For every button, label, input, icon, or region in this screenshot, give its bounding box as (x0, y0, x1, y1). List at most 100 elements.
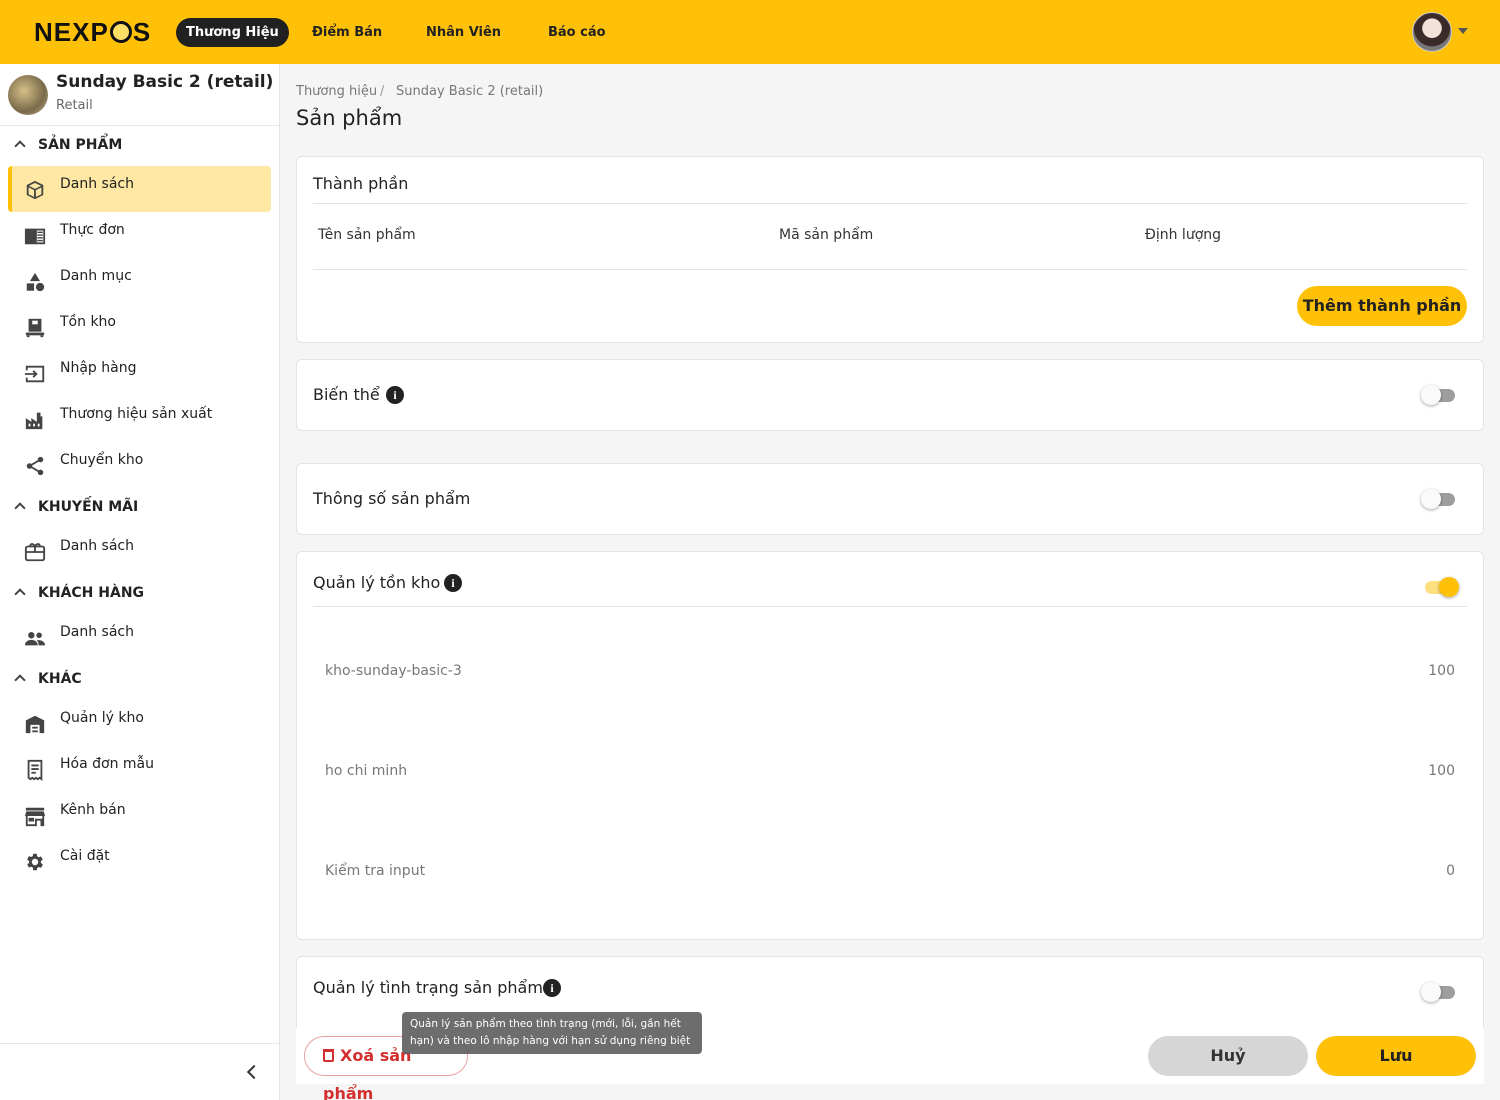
warehouse-qty-input[interactable]: 0 (1446, 863, 1455, 879)
section-san-pham[interactable]: SẢN PHẨM (12, 135, 122, 155)
info-icon[interactable]: i (386, 386, 404, 404)
sidebar-item-chuyen-kho[interactable]: Chuyển kho (8, 442, 271, 488)
sidebar-item-label: Danh mục (60, 268, 132, 284)
add-component-button[interactable]: Thêm thành phần (1297, 286, 1467, 326)
trash-icon (323, 1049, 334, 1062)
gift-card-icon (24, 543, 46, 562)
sidebar-item-danh-sach-san-pham[interactable]: Danh sách (8, 166, 271, 212)
gear-icon (27, 853, 43, 871)
warehouse-name: kho-sunday-basic-3 (325, 663, 462, 679)
receipt-icon (27, 759, 43, 781)
sidebar-item-danh-sach-khach-hang[interactable]: Danh sách (8, 614, 271, 660)
sidebar-item-cai-dat[interactable]: Cài đặt (8, 838, 271, 884)
delete-label: Xoá sản phẩm (323, 1046, 412, 1100)
sidebar-item-label: Thương hiệu sản xuất (60, 406, 213, 422)
sidebar-item-thuong-hieu-san-xuat[interactable]: Thương hiệu sản xuất (8, 396, 271, 442)
nexpos-logo[interactable]: NEXP S (34, 18, 151, 46)
divider (313, 203, 1467, 204)
sidebar-item-label: Chuyển kho (60, 452, 144, 468)
warehouse-name: ho chi minh (325, 763, 408, 779)
section-khac[interactable]: KHÁC (12, 669, 82, 689)
factory-icon (25, 412, 43, 430)
sidebar-item-kenh-ban[interactable]: Kênh bán (8, 792, 271, 838)
variants-toggle[interactable] (1421, 384, 1459, 406)
divider (313, 269, 1467, 270)
components-title: Thành phần (313, 174, 409, 193)
sidebar-item-label: Thực đơn (60, 222, 125, 238)
components-card: Thành phần Tên sản phẩm Mã sản phẩm Định… (296, 156, 1484, 343)
divider (0, 1043, 279, 1044)
inventory-toggle[interactable] (1421, 576, 1459, 598)
user-avatar[interactable] (1412, 12, 1452, 52)
toggle-thumb (1421, 982, 1441, 1002)
nav-bao-cao[interactable]: Báo cáo (538, 18, 616, 47)
warehouse-qty-input[interactable]: 100 (1428, 763, 1455, 779)
import-icon (24, 365, 45, 383)
info-icon[interactable]: i (444, 574, 462, 592)
variants-card: Biến thể i (296, 359, 1484, 431)
save-button[interactable]: Lưu (1316, 1036, 1476, 1076)
column-ma-san-pham: Mã sản phẩm (779, 227, 874, 243)
sidebar-item-label: Danh sách (60, 538, 134, 554)
sidebar-item-label: Quản lý kho (60, 710, 144, 726)
store-name: Sunday Basic 2 (retail) (56, 72, 274, 92)
warehouse-qty-input[interactable]: 100 (1428, 663, 1455, 679)
inventory-icon (25, 318, 45, 338)
divider (313, 606, 1467, 607)
nav-thuong-hieu[interactable]: Thương Hiệu (176, 18, 289, 47)
inventory-title: Quản lý tồn kho (313, 573, 441, 592)
sidebar-item-label: Danh sách (60, 176, 134, 192)
people-icon (24, 632, 46, 646)
sidebar: Sunday Basic 2 (retail) Retail SẢN PHẨM … (0, 64, 280, 1100)
section-title: KHÁC (38, 671, 82, 687)
section-title: KHUYẾN MÃI (38, 499, 139, 515)
section-khuyen-mai[interactable]: KHUYẾN MÃI (12, 497, 138, 517)
section-title: KHÁCH HÀNG (38, 585, 145, 601)
sidebar-item-nhap-hang[interactable]: Nhập hàng (8, 350, 271, 396)
sidebar-item-label: Kênh bán (60, 802, 126, 818)
section-khach-hang[interactable]: KHÁCH HÀNG (12, 583, 144, 603)
breadcrumb-store[interactable]: Sunday Basic 2 (retail) (396, 84, 543, 99)
collapse-sidebar-chevron-left-icon[interactable] (244, 1063, 260, 1081)
sidebar-item-label: Tồn kho (60, 314, 116, 330)
condition-title: Quản lý tình trạng sản phẩm (313, 978, 543, 997)
toggle-thumb (1421, 489, 1441, 509)
nav-nhan-vien[interactable]: Nhân Viên (416, 18, 511, 47)
sidebar-item-ton-kho[interactable]: Tồn kho (8, 304, 271, 350)
breadcrumb-separator: / (380, 84, 385, 99)
warehouse-icon (25, 715, 45, 734)
sidebar-item-label: Cài đặt (60, 848, 110, 864)
sidebar-item-thuc-don[interactable]: Thực đơn (8, 212, 271, 258)
share-icon (26, 456, 44, 476)
chevron-up-icon (14, 502, 26, 514)
nav-diem-ban[interactable]: Điểm Bán (302, 18, 392, 47)
info-tooltip: Quản lý sản phẩm theo tình trạng (mới, l… (402, 1012, 702, 1054)
caret-down-icon[interactable] (1458, 28, 1468, 34)
info-icon[interactable]: i (543, 979, 561, 997)
sidebar-item-label: Hóa đơn mẫu (60, 756, 154, 772)
cancel-button[interactable]: Huỷ (1148, 1036, 1308, 1076)
store-icon (24, 807, 46, 827)
sidebar-item-danh-muc[interactable]: Danh mục (8, 258, 271, 304)
box-icon (26, 180, 44, 200)
sidebar-item-label: Danh sách (60, 624, 134, 640)
chevron-up-icon (14, 140, 26, 152)
chevron-up-icon (14, 588, 26, 600)
variants-title: Biến thể (313, 385, 380, 404)
top-navbar: NEXP S Thương Hiệu Điểm Bán Nhân Viên Báo… (0, 0, 1500, 64)
sidebar-item-label: Nhập hàng (60, 360, 137, 376)
sidebar-item-danh-sach-khuyen-mai[interactable]: Danh sách (8, 528, 271, 574)
toggle-thumb (1439, 577, 1459, 597)
warehouse-name: Kiểm tra input (325, 863, 426, 879)
specs-toggle[interactable] (1421, 488, 1459, 510)
inventory-card: Quản lý tồn kho i kho-sunday-basic-3 100… (296, 551, 1484, 940)
sidebar-item-quan-ly-kho[interactable]: Quản lý kho (8, 700, 271, 746)
condition-toggle[interactable] (1421, 981, 1459, 1003)
page-title: Sản phẩm (296, 106, 403, 130)
store-type: Retail (56, 98, 93, 113)
section-title: SẢN PHẨM (38, 137, 123, 153)
column-ten-san-pham: Tên sản phẩm (318, 227, 416, 243)
specs-card: Thông số sản phẩm (296, 463, 1484, 535)
sidebar-item-hoa-don-mau[interactable]: Hóa đơn mẫu (8, 746, 271, 792)
breadcrumb-thuong-hieu[interactable]: Thương hiệu (296, 84, 377, 99)
